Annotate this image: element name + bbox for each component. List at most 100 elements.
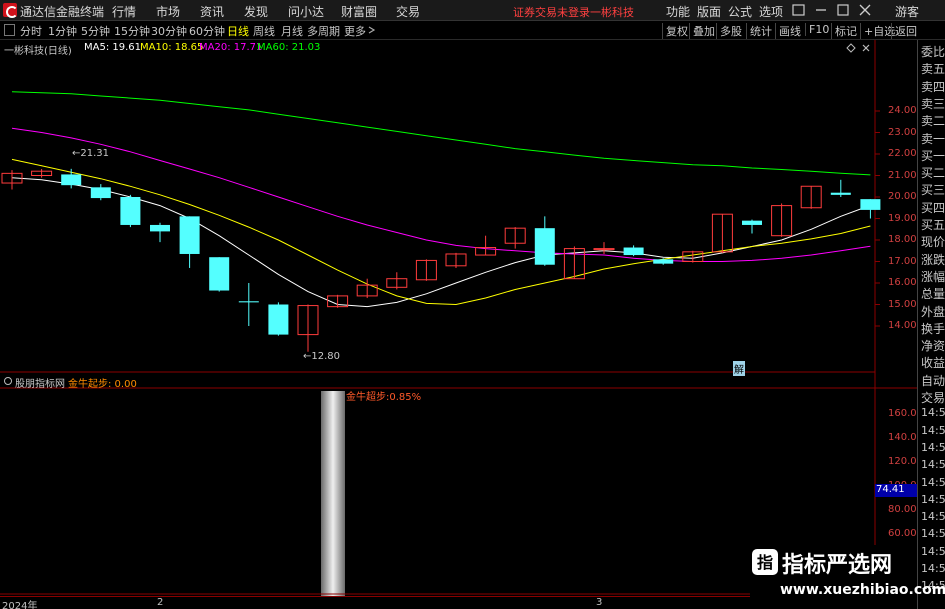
y-tick-label: 22.00 xyxy=(888,148,917,159)
indicator-spike-bar xyxy=(321,391,345,596)
toolbar-stats[interactable]: 统计 xyxy=(746,23,772,39)
orderbook-label: 涨幅 xyxy=(921,269,945,284)
kline-chart[interactable] xyxy=(0,40,917,596)
period-more[interactable]: 更多 xyxy=(344,23,366,39)
toolbar-mark[interactable]: 标记 xyxy=(831,23,857,39)
orderbook-label: 卖二 xyxy=(921,114,945,129)
watermark-logo-icon: 指 xyxy=(752,549,778,575)
app-title: 通达信金融终端 xyxy=(20,5,105,19)
app-logo-icon xyxy=(3,3,18,18)
orderbook-label: 14:55 xyxy=(921,423,945,437)
period-30min[interactable]: 30分钟 xyxy=(151,23,187,39)
high-price-value: 21.31 xyxy=(80,148,110,159)
watermark: 指 指标严选网 www.xuezhibiao.com xyxy=(750,545,945,609)
orderbook-label: 买一 xyxy=(921,148,945,163)
guest-label[interactable]: 游客 xyxy=(895,3,919,20)
candle-body xyxy=(90,187,111,199)
main-chart-title: 一彬科技(日线) xyxy=(4,46,72,57)
period-intraday[interactable]: 分时 xyxy=(20,23,42,39)
indicator-settings-icon[interactable] xyxy=(3,376,13,386)
stock-name-title: 一彬科技 xyxy=(590,6,634,19)
toolbar-multi-stock[interactable]: 多股 xyxy=(716,23,742,39)
toolbar-back[interactable]: 返回 xyxy=(891,23,917,39)
orderbook-label: 14:56 xyxy=(921,527,945,541)
candle-body xyxy=(61,174,82,186)
date-label-year: 2024年 xyxy=(2,601,38,609)
orderbook-label: 14:56 xyxy=(921,492,945,506)
candle-body xyxy=(623,247,644,256)
skin-icon[interactable] xyxy=(790,2,808,18)
close-icon[interactable] xyxy=(856,2,874,18)
toolbar-toggle-icon[interactable] xyxy=(4,24,15,36)
candle-body xyxy=(653,259,674,264)
sub-y-tick-label: 80.00 xyxy=(888,504,917,515)
high-price-label: ←21.31 xyxy=(72,148,110,159)
period-5min[interactable]: 5分钟 xyxy=(81,23,110,39)
menu-formula[interactable]: 公式 xyxy=(728,3,752,20)
orderbook-label: 卖一 xyxy=(921,131,945,146)
menu-ask[interactable]: 问小达 xyxy=(288,3,324,20)
candle-body xyxy=(830,192,851,195)
ma-line-ma5 xyxy=(11,177,871,308)
ma-line-ma20 xyxy=(11,127,871,262)
settings-diamond-icon[interactable] xyxy=(846,43,856,53)
y-tick-label: 18.00 xyxy=(888,234,917,245)
period-15min[interactable]: 15分钟 xyxy=(114,23,150,39)
y-tick-label: 16.00 xyxy=(888,277,917,288)
orderbook-label: 换手 xyxy=(921,321,945,336)
toolbar-f10[interactable]: F10 xyxy=(805,23,829,36)
period-1min[interactable]: 1分钟 xyxy=(48,23,77,39)
y-tick-label: 20.00 xyxy=(888,191,917,202)
menu-options[interactable]: 选项 xyxy=(759,3,783,20)
sub-y-tick-label: 60.00 xyxy=(888,528,917,539)
indicator-panel-title: 股朋指标网 xyxy=(15,379,65,390)
orderbook-label: 买二 xyxy=(921,166,945,181)
menu-layout[interactable]: 版面 xyxy=(697,3,721,20)
maximize-icon[interactable] xyxy=(834,2,852,18)
candle-body xyxy=(860,199,881,210)
ma10-legend: MA10: 18.65 xyxy=(140,42,204,53)
low-price-label: ←12.80 xyxy=(303,351,341,362)
orderbook-label: 自动 xyxy=(921,373,945,388)
ma5-legend: MA5: 19.61 xyxy=(84,42,142,53)
spike-label: 金牛超步:0.85% xyxy=(346,392,422,403)
period-60min[interactable]: 60分钟 xyxy=(189,23,225,39)
low-price-value: 12.80 xyxy=(311,351,341,362)
y-tick-label: 17.00 xyxy=(888,255,917,267)
menu-function[interactable]: 功能 xyxy=(666,3,690,20)
toolbar-adjust[interactable]: 复权 xyxy=(662,23,688,39)
y-tick-label: 23.00 xyxy=(888,126,917,138)
orderbook-label: 买三 xyxy=(921,183,945,198)
menu-trade[interactable]: 交易 xyxy=(396,3,420,20)
unlock-marker[interactable]: 解 xyxy=(733,361,745,376)
period-weekly[interactable]: 周线 xyxy=(253,23,275,39)
orderbook-label: 卖四 xyxy=(921,79,945,94)
ma-line-ma60 xyxy=(11,91,871,176)
toolbar-draw[interactable]: 画线 xyxy=(775,23,801,39)
login-status[interactable]: 证券交易未登录 xyxy=(513,4,590,20)
toolbar-add-watchlist[interactable]: +自选 xyxy=(860,23,895,39)
candle-body xyxy=(238,301,259,303)
chart-close-icon[interactable] xyxy=(861,43,871,53)
orderbook-label: 14:56 xyxy=(921,510,945,524)
orderbook-label: 14:55 xyxy=(921,440,945,454)
menu-quote[interactable]: 行情 xyxy=(112,3,136,20)
menu-discover[interactable]: 发现 xyxy=(244,3,268,20)
svg-text:指: 指 xyxy=(757,553,773,572)
menu-wealth[interactable]: 财富圈 xyxy=(341,3,377,20)
orderbook-label: 外盘 xyxy=(921,304,945,319)
period-multi[interactable]: 多周期 xyxy=(307,23,340,39)
orderbook-label: 净资 xyxy=(921,339,945,354)
menu-bar: 通达信金融终端 行情 市场 资讯 发现 问小达 财富圈 交易 证券交易未登录 一… xyxy=(0,0,945,21)
period-monthly[interactable]: 月线 xyxy=(281,23,303,39)
minimize-icon[interactable] xyxy=(812,2,830,18)
menu-news[interactable]: 资讯 xyxy=(200,3,224,20)
more-chevron-icon[interactable] xyxy=(368,25,376,35)
orderbook-label: 交易 xyxy=(921,391,945,405)
date-label-feb: 2 xyxy=(157,597,164,608)
menu-market[interactable]: 市场 xyxy=(156,3,180,20)
y-tick-label: 15.00 xyxy=(888,298,917,310)
toolbar-overlay[interactable]: 叠加 xyxy=(689,23,715,39)
period-daily[interactable]: 日线 xyxy=(227,23,249,39)
y-tick-label: 24.00 xyxy=(888,105,917,116)
